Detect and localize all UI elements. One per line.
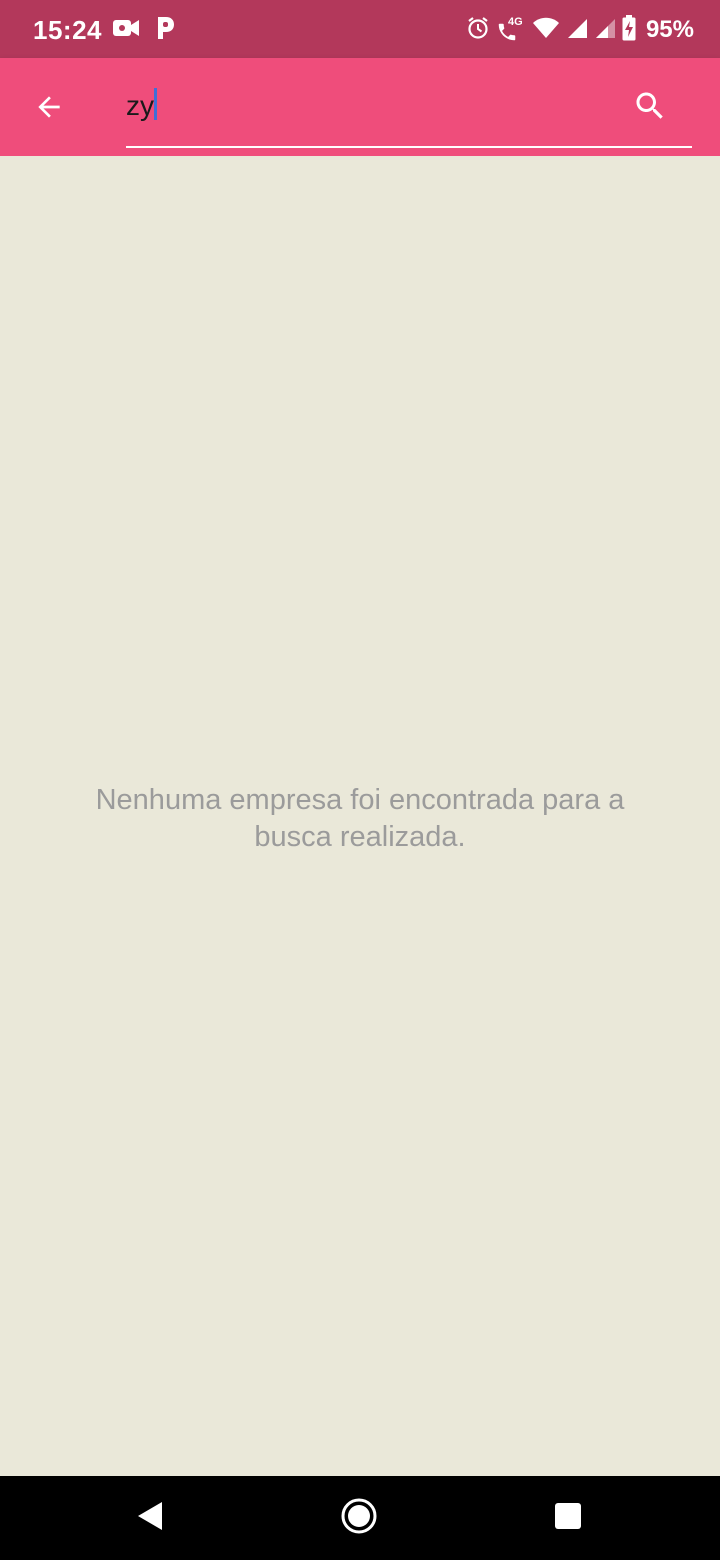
search-icon [632,88,668,129]
signal-icon [566,17,588,44]
search-button[interactable] [622,80,678,136]
network-type-label: 4G [507,16,523,28]
parking-app-icon [154,15,176,46]
battery-charging-icon [622,14,636,46]
home-circle-icon [340,1497,378,1540]
battery-level: 95% [645,16,694,43]
volte-call-icon: 4G [496,16,526,44]
video-camera-icon [112,17,140,44]
nav-back-button[interactable] [128,1496,172,1540]
empty-results-message: Nenhuma empresa foi encontrada para a bu… [95,784,625,853]
status-time: 15:24 [33,15,102,45]
search-results-area: Nenhuma empresa foi encontrada para a bu… [0,156,720,1476]
text-caret [154,88,157,120]
status-notification-icons [112,16,176,44]
arrow-back-icon [33,91,65,128]
back-button[interactable] [22,82,76,136]
status-bar: 15:24 4G 95% [0,0,720,58]
recents-square-icon [554,1502,582,1535]
alarm-icon [466,16,490,45]
signal-icon-2 [594,17,616,44]
status-system-icons: 4G 95% [466,14,694,46]
wifi-icon [532,17,560,44]
nav-home-button[interactable] [337,1496,381,1540]
search-input[interactable] [126,86,606,126]
back-triangle-icon [136,1500,164,1537]
search-app-bar [0,58,720,156]
system-navigation-bar [0,1476,720,1560]
search-field[interactable] [126,80,692,148]
nav-recents-button[interactable] [546,1496,590,1540]
